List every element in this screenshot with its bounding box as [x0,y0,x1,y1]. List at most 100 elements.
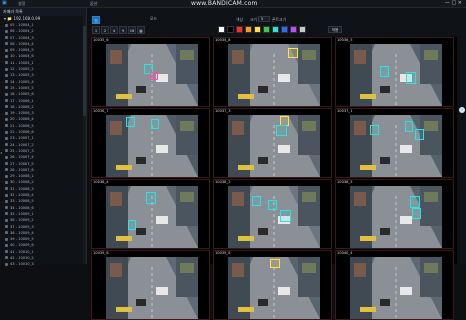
camera-icon [5,256,8,260]
page-next-icon[interactable]: › [459,107,465,113]
camera-tree-header: 카메라 목록 [0,8,86,16]
camera-list-item-label: 21 - 10006_5 [10,123,34,128]
camera-icon [5,187,8,191]
camera-icon [5,136,8,140]
camera-list-item-label: 16 - 10005_6 [10,92,34,97]
camera-icon [5,250,8,254]
camera-list-item-label: 09 - 10004_5 [10,48,34,53]
camera-list-item-label: 18 - 10006_2 [10,104,34,109]
camera-icon [5,86,8,90]
camera-list-item-label: 06 - 10004_2 [10,29,34,34]
camera-tile[interactable]: 10038_4 [91,179,210,249]
tab-main[interactable]: 탭 [92,16,100,24]
size-select[interactable]: 5 [258,16,270,22]
camera-icon [5,162,8,166]
detection-box [146,192,156,204]
color-swatch[interactable] [272,26,279,33]
camera-list-item-label: 08 - 10004_4 [10,41,34,46]
color-swatch[interactable] [290,26,297,33]
camera-tile[interactable]: 10035_8 [213,37,332,107]
camera-tile[interactable]: 10036_5 [335,37,454,107]
detection-box [151,119,159,129]
camera-list-item-label: 14 - 10005_4 [10,79,34,84]
color-swatch[interactable] [263,26,270,33]
video-grid: 10035_6 10035_8 10036_5 10036_7 10037_3 10037… [91,37,457,320]
detection-box [412,208,421,219]
camera-list-item-label: 33 - 10008_5 [10,199,34,204]
camera-list-item-label: 43 - 10010_3 [10,262,34,267]
camera-list-item-label: 42 - 10010_2 [10,255,34,260]
camera-icon [5,29,8,33]
tree-scrollbar[interactable] [83,16,86,264]
layout-custom-button[interactable]: ▦ [137,26,145,34]
camera-tile[interactable]: 10037_1 [335,108,454,178]
layout-9-button[interactable]: 9 [119,26,127,34]
camera-list-item-label: 11 - 10005_1 [10,60,34,65]
layout-16-button[interactable]: 16 [128,26,136,34]
color-swatch[interactable] [254,26,261,33]
camera-list-item-label: 10 - 10004_6 [10,54,34,59]
camera-tile[interactable]: 10037_3 [213,108,332,178]
camera-tile[interactable]: 10036_7 [91,108,210,178]
detection-box [410,196,420,208]
camera-icon [5,155,8,159]
camera-list-item-label: 20 - 10006_4 [10,117,34,122]
camera-list-item-label: 35 - 10009_1 [10,211,34,216]
camera-icon [5,168,8,172]
window-controls[interactable]: — □ × [445,0,462,7]
camera-tile-label: 10035_6 [93,38,109,42]
menu-settings[interactable]: 설정 [18,1,25,7]
camera-icon [5,206,8,210]
camera-list-item-label: 34 - 10008_6 [10,205,34,210]
mode-label: 모드 [150,16,157,21]
camera-tile[interactable]: 10039_6 [91,250,210,320]
color-swatch[interactable] [218,26,225,33]
camera-icon [5,73,8,77]
color-swatch[interactable] [245,26,252,33]
camera-icon [5,92,8,96]
camera-list-item-label: 12 - 10005_2 [10,67,34,72]
layout-2-button[interactable]: 2 [101,26,109,34]
panel-collapse-icon[interactable]: ◂ [0,150,3,156]
detection-box [268,200,277,210]
camera-tile[interactable]: 10035_6 [91,37,210,107]
detection-box [415,129,424,140]
detection-box [405,121,413,132]
camera-video-frame [350,186,442,248]
camera-tile-label: 10037_1 [337,109,353,113]
color-swatch[interactable] [299,26,306,33]
camera-tile[interactable]: 10040_4 [335,250,454,320]
camera-video-frame [228,186,320,248]
camera-list-item-label: 23 - 10007_1 [10,136,34,141]
grid-scrollbar[interactable]: › [458,37,466,264]
camera-icon [5,111,8,115]
camera-icon [5,48,8,52]
color-swatch[interactable] [236,26,243,33]
tree-scroll-thumb[interactable] [83,26,86,116]
camera-icon [5,193,8,197]
color-swatch[interactable] [281,26,288,33]
camera-list-item-label: 38 - 10009_4 [10,230,34,235]
detection-box [288,48,298,58]
apply-button[interactable]: 적용 [328,26,342,33]
menu-options[interactable]: 옵션 [90,1,97,7]
layout-4-button[interactable]: 4 [110,26,118,34]
detection-box [252,196,261,206]
toolbar: 탭 1 2 4 9 16 ▦ 모드 색상 크기 5 폰트크기 적용 [90,8,466,36]
camera-list-item-label: 29 - 10008_1 [10,174,34,179]
color-swatch[interactable] [227,26,234,33]
camera-list-item-label: 25 - 10007_3 [10,148,34,153]
camera-tile[interactable]: 10038_2 [213,179,332,249]
camera-list-item-label: 36 - 10009_2 [10,218,34,223]
camera-list-item[interactable]: 43 - 10010_3 [0,261,86,267]
camera-list-item-label: 28 - 10007_6 [10,167,34,172]
camera-icon [5,42,8,46]
camera-tile[interactable]: 10038_5 [335,179,454,249]
camera-tile-label: 10038_4 [93,180,109,184]
camera-tile-label: 10038_2 [215,180,231,184]
layout-1-button[interactable]: 1 [92,26,100,34]
camera-tile[interactable]: 10039_8 [213,250,332,320]
camera-list-item-label: 15 - 10005_5 [10,85,34,90]
camera-list-item-label: 40 - 10009_6 [10,243,34,248]
camera-video-frame [350,44,442,106]
